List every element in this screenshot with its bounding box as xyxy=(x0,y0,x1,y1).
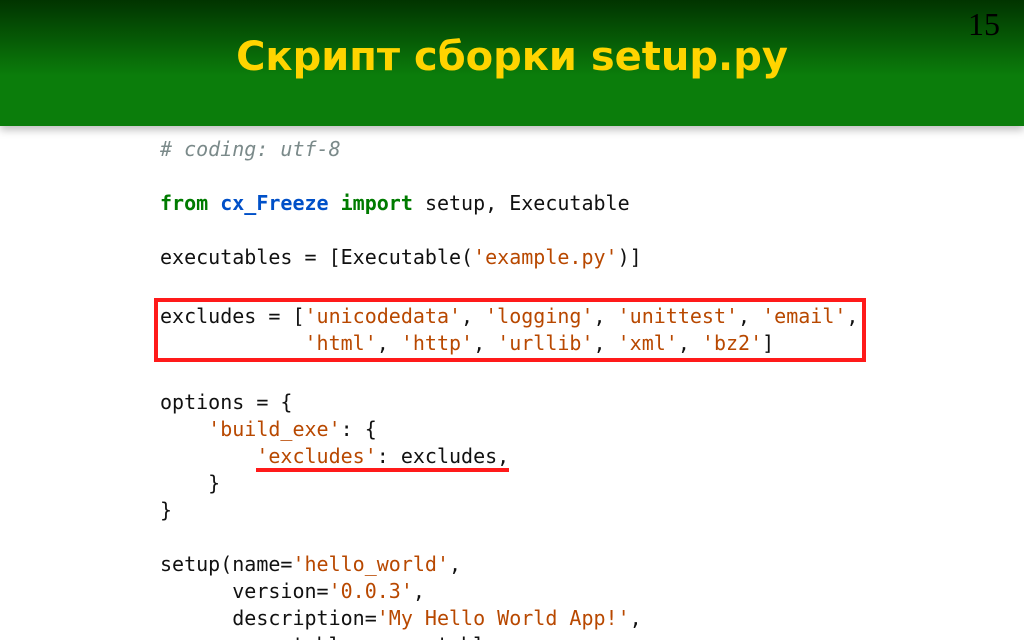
setup-open: setup(name= xyxy=(160,552,292,576)
setup-desc-k: description= xyxy=(232,606,377,630)
import-names: setup, Executable xyxy=(425,191,630,215)
str-version: '0.0.3' xyxy=(329,579,413,603)
str-name: 'hello_world' xyxy=(292,552,449,576)
excludes-highlight-box: excludes = ['unicodedata', 'logging', 'u… xyxy=(154,298,866,362)
exec-line-b: )] xyxy=(618,245,642,269)
brace-close-2: } xyxy=(160,498,172,522)
excludes-open: excludes = [ xyxy=(160,304,305,328)
import-module: cx_Freeze xyxy=(220,191,328,215)
excl-s6: 'http' xyxy=(401,331,473,355)
str-example: 'example.py' xyxy=(473,245,618,269)
str-desc: 'My Hello World App!' xyxy=(377,606,630,630)
excl-s8: 'xml' xyxy=(618,331,678,355)
brace-close-1: } xyxy=(208,471,220,495)
excl-s5: 'html' xyxy=(305,331,377,355)
key-excludes: 'excludes' xyxy=(256,444,376,468)
excludes-val: : excludes, xyxy=(377,444,509,468)
code-block: # coding: utf-8 from cx_Freeze import se… xyxy=(160,136,900,640)
slide-header: 15 Скрипт сборки setup.py xyxy=(0,0,1024,126)
excl-s1: 'unicodedata' xyxy=(305,304,462,328)
exec-line-a: executables = [Executable( xyxy=(160,245,473,269)
excl-s7: 'urllib' xyxy=(497,331,593,355)
excl-s3: 'unittest' xyxy=(618,304,738,328)
excludes-key-underline: 'excludes': excludes, xyxy=(256,444,509,472)
setup-execs: executables=executables, xyxy=(232,633,521,640)
kw-from: from xyxy=(160,191,208,215)
excl-s2: 'logging' xyxy=(485,304,593,328)
options-open: options = { xyxy=(160,390,292,414)
opts-colon: : { xyxy=(341,417,377,441)
code-comment: # coding: utf-8 xyxy=(160,137,341,161)
excl-s9: 'bz2' xyxy=(702,331,762,355)
excl-s4: 'email' xyxy=(762,304,846,328)
kw-import: import xyxy=(341,191,413,215)
setup-version-k: version= xyxy=(232,579,328,603)
key-build-exe: 'build_exe' xyxy=(208,417,340,441)
slide-title: Скрипт сборки setup.py xyxy=(0,34,1024,80)
